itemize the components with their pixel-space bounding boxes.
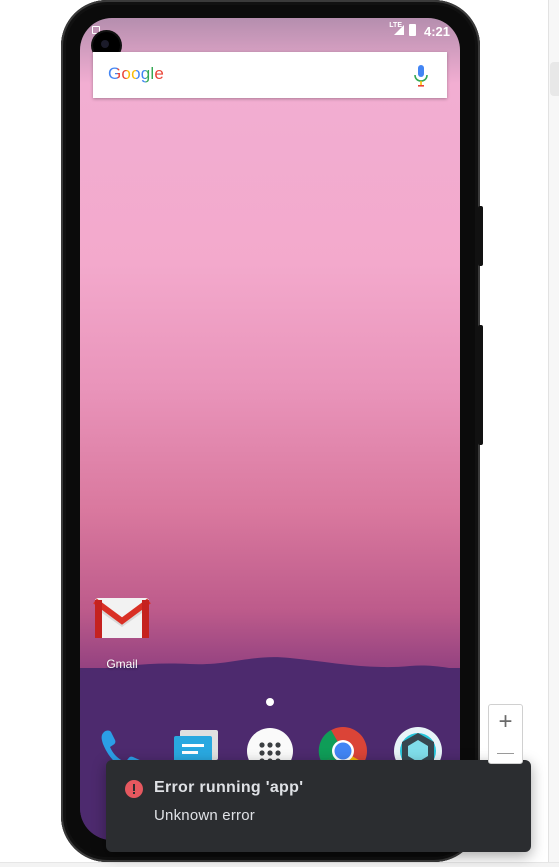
bottom-border [0, 862, 559, 867]
error-notification[interactable]: Error running 'app' Unknown error [106, 760, 531, 852]
clock: 4:21 [423, 24, 450, 39]
side-panel-border [548, 0, 559, 867]
google-logo: Google [108, 64, 164, 84]
google-search-bar[interactable]: Google [93, 52, 447, 98]
app-label-gmail: Gmail [106, 657, 138, 671]
app-gmail[interactable]: Gmail [89, 594, 155, 671]
signal-icon [394, 25, 404, 35]
gmail-icon [93, 598, 151, 638]
battery-icon [409, 24, 416, 36]
zoom-controls: + [488, 704, 523, 764]
page-indicator [266, 698, 274, 706]
mic-icon[interactable] [414, 65, 428, 87]
zoom-out-button[interactable] [497, 753, 514, 754]
power-button [478, 325, 483, 445]
error-icon [125, 780, 143, 798]
status-bar: LTE 4:21 [80, 18, 460, 42]
notification-message: Unknown error [154, 807, 255, 824]
google-logo-text: Google [108, 64, 165, 83]
device-screen[interactable]: LTE 4:21 [80, 18, 460, 840]
side-panel-tab[interactable] [550, 62, 559, 96]
zoom-in-button[interactable]: + [489, 705, 522, 739]
notification-title: Error running 'app' [154, 779, 304, 796]
volume-button [478, 206, 483, 266]
